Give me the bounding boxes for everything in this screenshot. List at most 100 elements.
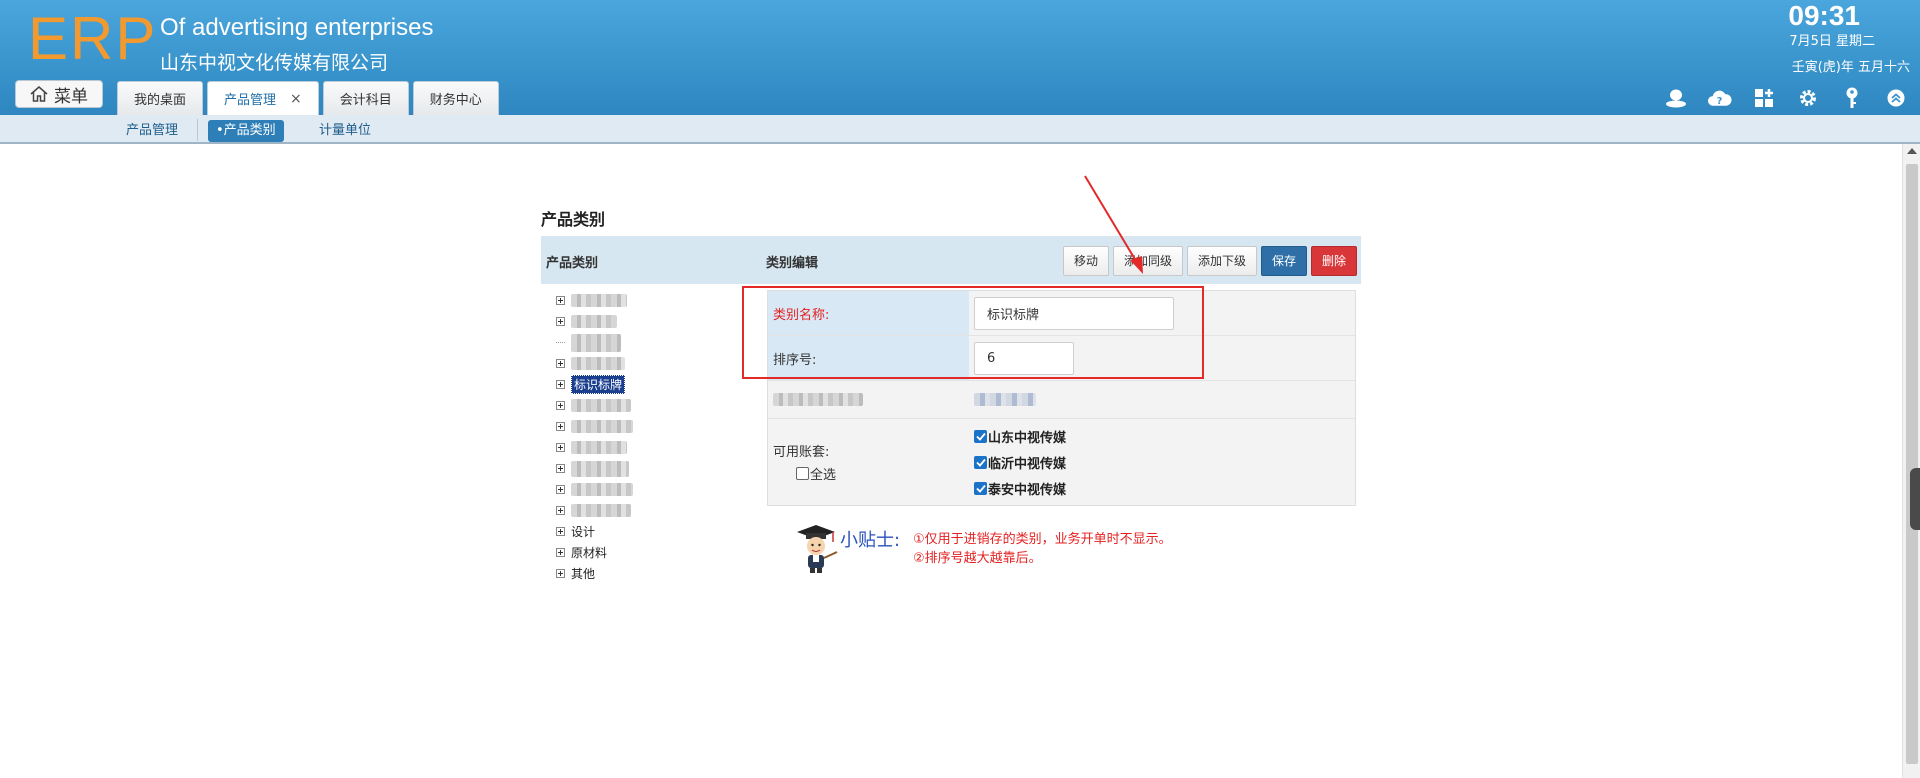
tree-node[interactable] (556, 353, 756, 374)
blurred-label (571, 483, 633, 496)
tree-label[interactable]: 标识标牌 (571, 375, 626, 394)
tree-node[interactable] (556, 479, 756, 500)
expand-icon[interactable] (556, 443, 565, 452)
tab-product-management[interactable]: 产品管理 × (207, 81, 319, 115)
collapse-up-icon[interactable] (1883, 85, 1908, 110)
tab-my-desktop[interactable]: 我的桌面 (117, 81, 204, 115)
svg-text:?: ? (1717, 95, 1723, 106)
expand-icon[interactable] (556, 527, 565, 536)
cloud-help-icon[interactable]: ? (1707, 85, 1732, 110)
editor-header: 类别编辑 (766, 256, 819, 271)
form-label-blurred (768, 381, 969, 418)
tab-label: 会计科目 (339, 93, 392, 108)
tip-line-2: ②排序号越大越靠后。 (913, 551, 1042, 566)
vertical-scrollbar[interactable] (1902, 144, 1920, 778)
tree-node[interactable] (556, 290, 756, 311)
blurred-label (571, 441, 627, 454)
category-tree: 标识标牌 设计 原材料 其他 (556, 290, 756, 584)
tab-accounting-subjects[interactable]: 会计科目 (322, 81, 409, 115)
tree-node-selected[interactable]: 标识标牌 (556, 374, 756, 395)
annotation-highlight-box (742, 286, 1204, 379)
tree-node[interactable] (556, 395, 756, 416)
accounts-list: 山东中视传媒 临沂中视传媒 泰安中视传媒 (969, 419, 1355, 505)
settings-gear-icon[interactable] (1795, 85, 1820, 110)
blurred-label (571, 460, 629, 477)
blurred-value (974, 393, 1036, 406)
account-label: 山东中视传媒 (988, 430, 1067, 446)
menu-button[interactable]: 菜单 (15, 80, 103, 108)
save-button[interactable]: 保存 (1261, 246, 1308, 276)
select-all-checkbox[interactable] (796, 467, 809, 480)
tree-header: 产品类别 (546, 256, 599, 271)
tree-node[interactable]: 设计 (556, 521, 756, 542)
tree-label[interactable]: 原材料 (571, 544, 607, 561)
company-name-en: Of advertising enterprises (160, 14, 434, 41)
checkbox-checked[interactable] (974, 481, 987, 495)
subnav-item-product-management[interactable]: 产品管理 (118, 120, 186, 142)
top-tabs: 我的桌面 产品管理 × 会计科目 财务中心 (117, 81, 503, 115)
page-title: 产品类别 (541, 210, 606, 229)
blurred-label (571, 294, 627, 307)
expand-icon[interactable] (556, 380, 565, 389)
subnav-item-product-category[interactable]: •产品类别 (208, 120, 284, 142)
tree-node[interactable] (556, 311, 756, 332)
menu-label: 菜单 (54, 86, 88, 107)
blurred-label (571, 357, 625, 370)
expand-icon[interactable] (556, 422, 565, 431)
account-label: 临沂中视传媒 (988, 456, 1067, 472)
expand-icon[interactable] (556, 485, 565, 494)
expand-icon[interactable] (556, 506, 565, 515)
tree-node[interactable] (556, 500, 756, 521)
tree-node[interactable] (556, 416, 756, 437)
key-icon[interactable] (1839, 85, 1864, 110)
scrollbar-thumb[interactable] (1906, 164, 1918, 764)
expand-icon[interactable] (556, 359, 565, 368)
account-label: 泰安中视传媒 (988, 482, 1067, 498)
delete-button[interactable]: 删除 (1311, 246, 1358, 276)
scroll-up-arrow-icon[interactable] (1907, 148, 1917, 154)
tab-label: 财务中心 (429, 93, 482, 108)
tree-node[interactable] (556, 437, 756, 458)
select-all-option[interactable]: 全选 (796, 464, 836, 483)
home-icon (30, 86, 48, 102)
tree-node[interactable] (556, 332, 756, 353)
expand-icon[interactable] (556, 569, 565, 578)
side-panel-handle[interactable] (1910, 468, 1920, 530)
blurred-label (571, 504, 631, 517)
account-option[interactable]: 山东中视传媒 (974, 423, 1066, 449)
tree-label[interactable]: 其他 (571, 565, 595, 582)
checkbox-checked[interactable] (974, 429, 987, 443)
tab-label: 产品管理 (224, 93, 277, 108)
form-value-cell (969, 381, 1355, 418)
account-option[interactable]: 临沂中视传媒 (974, 449, 1066, 475)
tree-node[interactable]: 原材料 (556, 542, 756, 563)
app-header: ERP Of advertising enterprises 山东中视文化传媒有… (0, 0, 1920, 115)
user-icon[interactable] (1663, 85, 1688, 110)
expand-icon[interactable] (556, 317, 565, 326)
expand-icon[interactable] (556, 548, 565, 557)
checkbox-checked[interactable] (974, 455, 987, 469)
expand-icon[interactable] (556, 401, 565, 410)
tree-node[interactable] (556, 458, 756, 479)
form-row-blurred (768, 381, 1355, 419)
tab-finance-center[interactable]: 财务中心 (412, 81, 499, 115)
apps-grid-icon[interactable] (1751, 85, 1776, 110)
close-icon[interactable]: × (290, 91, 302, 107)
expand-icon[interactable] (556, 464, 565, 473)
blurred-label (773, 393, 863, 406)
account-option[interactable]: 泰安中视传媒 (974, 475, 1066, 501)
blurred-label (571, 315, 617, 328)
accounts-label-cell: 可用账套: 全选 (768, 419, 969, 505)
tree-connector (556, 342, 565, 343)
scholar-mascot-icon (797, 525, 838, 573)
tips-title: 小贴士: (840, 530, 901, 551)
tree-label[interactable]: 设计 (571, 523, 595, 540)
annotation-arrow-icon (1084, 175, 1143, 274)
subnav-item-measurement-unit[interactable]: 计量单位 (311, 120, 379, 142)
blurred-label (571, 399, 631, 412)
add-child-button[interactable]: 添加下级 (1187, 246, 1258, 276)
select-all-label: 全选 (810, 468, 837, 483)
tip-line-1: ①仅用于进销存的类别，业务开单时不显示。 (913, 532, 1172, 547)
expand-icon[interactable] (556, 296, 565, 305)
tree-node[interactable]: 其他 (556, 563, 756, 584)
